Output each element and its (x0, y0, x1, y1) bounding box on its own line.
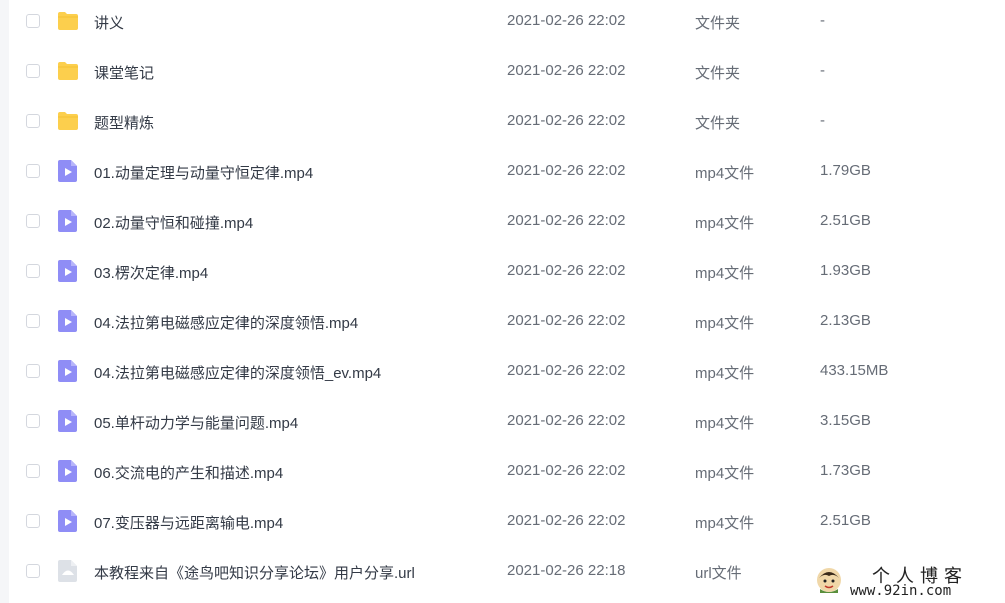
modified-date: 2021-02-26 22:02 (507, 412, 626, 429)
video-file-icon (56, 159, 80, 183)
modified-date: 2021-02-26 22:18 (507, 562, 626, 579)
row-checkbox[interactable] (26, 14, 40, 28)
file-name[interactable]: 04.法拉第电磁感应定律的深度领悟_ev.mp4 (94, 362, 381, 383)
file-size: 2.51GB (820, 212, 871, 229)
file-name[interactable]: 题型精炼 (94, 112, 154, 133)
modified-date: 2021-02-26 22:02 (507, 162, 626, 179)
row-checkbox[interactable] (26, 464, 40, 478)
file-row[interactable]: 03.楞次定律.mp4 2021-02-26 22:02 mp4文件 1.93G… (9, 250, 1005, 300)
video-file-icon (56, 509, 80, 533)
file-type: 文件夹 (695, 15, 741, 32)
row-checkbox[interactable] (26, 564, 40, 578)
modified-date: 2021-02-26 22:02 (507, 112, 626, 129)
file-size: - (820, 62, 825, 79)
file-size: 1.93GB (820, 262, 871, 279)
video-file-icon (56, 209, 80, 233)
file-name[interactable]: 02.动量守恒和碰撞.mp4 (94, 212, 253, 233)
file-type: mp4文件 (695, 315, 755, 332)
panel-edge (0, 0, 9, 603)
file-type: 文件夹 (695, 65, 741, 82)
file-type: url文件 (695, 565, 742, 582)
file-row[interactable]: 07.变压器与远距离输电.mp4 2021-02-26 22:02 mp4文件 … (9, 500, 1005, 550)
file-size: 433.15MB (820, 362, 889, 379)
file-name[interactable]: 04.法拉第电磁感应定律的深度领悟.mp4 (94, 312, 358, 333)
folder-icon (56, 9, 80, 33)
file-list: 讲义 2021-02-26 22:02 文件夹 - 课堂笔记 2021-02-2… (9, 0, 1005, 600)
avatar-icon (816, 567, 842, 593)
file-size: - (820, 12, 825, 29)
modified-date: 2021-02-26 22:02 (507, 262, 626, 279)
row-checkbox[interactable] (26, 114, 40, 128)
video-file-icon (56, 409, 80, 433)
file-size: 1.79GB (820, 162, 871, 179)
modified-date: 2021-02-26 22:02 (507, 512, 626, 529)
file-name[interactable]: 课堂笔记 (94, 62, 154, 83)
file-row[interactable]: 01.动量定理与动量守恒定律.mp4 2021-02-26 22:02 mp4文… (9, 150, 1005, 200)
file-type: mp4文件 (695, 215, 755, 232)
file-row[interactable]: 讲义 2021-02-26 22:02 文件夹 - (9, 0, 1005, 50)
file-row[interactable]: 02.动量守恒和碰撞.mp4 2021-02-26 22:02 mp4文件 2.… (9, 200, 1005, 250)
file-type: mp4文件 (695, 515, 755, 532)
modified-date: 2021-02-26 22:02 (507, 362, 626, 379)
row-checkbox[interactable] (26, 364, 40, 378)
file-name[interactable]: 03.楞次定律.mp4 (94, 262, 208, 283)
row-checkbox[interactable] (26, 514, 40, 528)
file-type: mp4文件 (695, 465, 755, 482)
file-name[interactable]: 本教程来自《途鸟吧知识分享论坛》用户分享.url (94, 562, 415, 583)
file-row[interactable]: 课堂笔记 2021-02-26 22:02 文件夹 - (9, 50, 1005, 100)
row-checkbox[interactable] (26, 414, 40, 428)
file-name[interactable]: 01.动量定理与动量守恒定律.mp4 (94, 162, 313, 183)
file-row[interactable]: 05.单杆动力学与能量问题.mp4 2021-02-26 22:02 mp4文件… (9, 400, 1005, 450)
file-type: mp4文件 (695, 165, 755, 182)
file-type: mp4文件 (695, 365, 755, 382)
modified-date: 2021-02-26 22:02 (507, 62, 626, 79)
row-checkbox[interactable] (26, 214, 40, 228)
modified-date: 2021-02-26 22:02 (507, 212, 626, 229)
row-checkbox[interactable] (26, 164, 40, 178)
file-type: mp4文件 (695, 265, 755, 282)
video-file-icon (56, 259, 80, 283)
modified-date: 2021-02-26 22:02 (507, 462, 626, 479)
file-row[interactable]: 04.法拉第电磁感应定律的深度领悟_ev.mp4 2021-02-26 22:0… (9, 350, 1005, 400)
row-checkbox[interactable] (26, 264, 40, 278)
file-size: 2.13GB (820, 312, 871, 329)
file-name[interactable]: 07.变压器与远距离输电.mp4 (94, 512, 283, 533)
folder-icon (56, 59, 80, 83)
file-name[interactable]: 06.交流电的产生和描述.mp4 (94, 462, 283, 483)
file-size: 3.15GB (820, 412, 871, 429)
link-file-icon (56, 559, 80, 583)
row-checkbox[interactable] (26, 64, 40, 78)
video-file-icon (56, 309, 80, 333)
file-row[interactable]: 04.法拉第电磁感应定律的深度领悟.mp4 2021-02-26 22:02 m… (9, 300, 1005, 350)
video-file-icon (56, 459, 80, 483)
file-row[interactable]: 06.交流电的产生和描述.mp4 2021-02-26 22:02 mp4文件 … (9, 450, 1005, 500)
file-row[interactable]: 题型精炼 2021-02-26 22:02 文件夹 - (9, 100, 1005, 150)
file-name[interactable]: 05.单杆动力学与能量问题.mp4 (94, 412, 298, 433)
watermark: 个人博客 www.92in.com (806, 560, 1005, 603)
modified-date: 2021-02-26 22:02 (507, 12, 626, 29)
file-type: 文件夹 (695, 115, 741, 132)
modified-date: 2021-02-26 22:02 (507, 312, 626, 329)
watermark-url: www.92in.com (850, 583, 952, 599)
file-name[interactable]: 讲义 (94, 12, 124, 33)
file-size: - (820, 112, 825, 129)
folder-icon (56, 109, 80, 133)
file-type: mp4文件 (695, 415, 755, 432)
video-file-icon (56, 359, 80, 383)
file-size: 2.51GB (820, 512, 871, 529)
row-checkbox[interactable] (26, 314, 40, 328)
file-size: 1.73GB (820, 462, 871, 479)
